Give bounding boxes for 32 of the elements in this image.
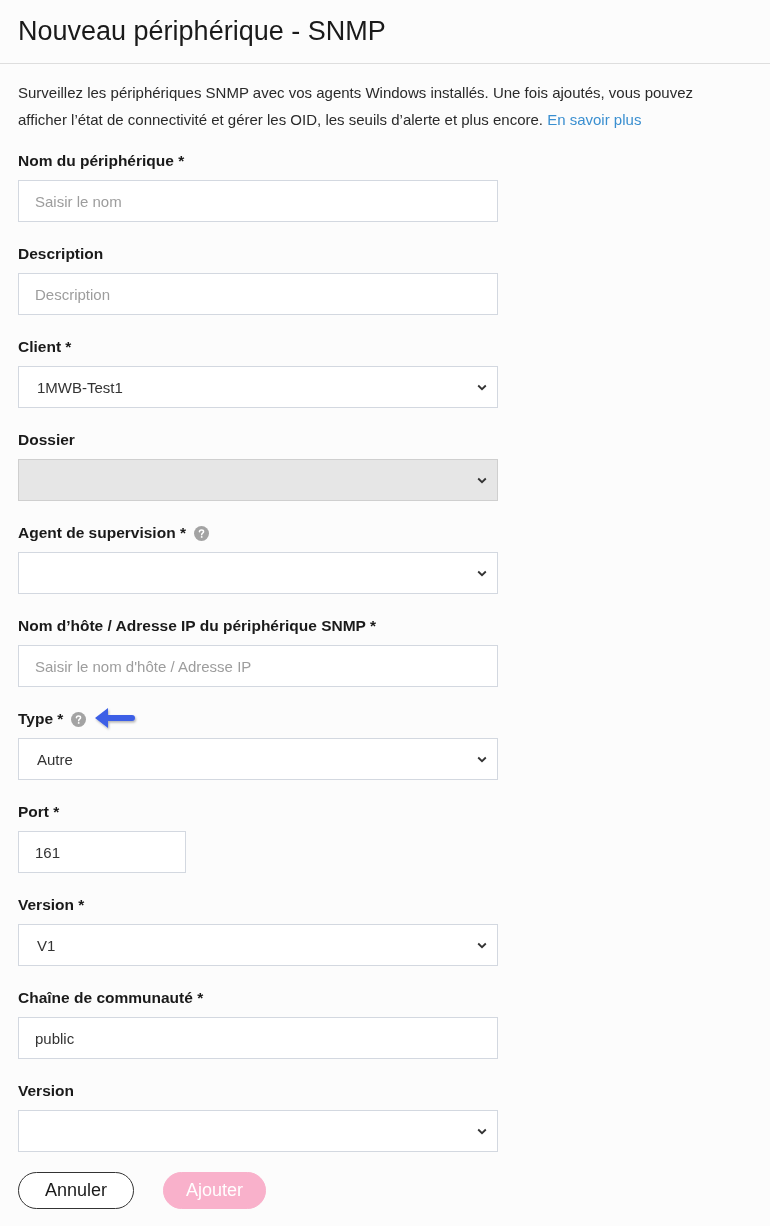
field-label: Dossier	[18, 431, 75, 449]
text-input-field[interactable]: Description	[18, 273, 498, 315]
field-label: Version	[18, 1082, 74, 1100]
text-input-field[interactable]: public	[18, 1017, 498, 1059]
text-input-field[interactable]: Saisir le nom	[18, 180, 498, 222]
field-label: Version *	[18, 896, 85, 914]
select-field[interactable]	[18, 1110, 498, 1152]
help-icon[interactable]	[71, 711, 87, 727]
field-label: Type *	[18, 710, 64, 728]
chevron-down-icon	[477, 569, 487, 577]
help-icon[interactable]	[193, 525, 209, 541]
field-label: Nom d’hôte / Adresse IP du périphérique SNMP *	[18, 617, 376, 635]
chevron-down-icon	[477, 383, 487, 391]
select-field[interactable]: Autre	[18, 738, 498, 780]
chevron-down-icon	[477, 941, 487, 949]
intro-text: Surveillez les périphériques SNMP avec vos agents Windows installés. Une fois ajoutés, vous pouvez afficher l’état de connectivité et gérer les OID, les seuils d’alerte et plus encore. En savoir plus	[18, 83, 695, 130]
field-label: Chaîne de communauté *	[18, 989, 204, 1007]
field-label: Description	[18, 245, 104, 263]
select-field[interactable]	[18, 552, 498, 594]
chevron-down-icon	[477, 1127, 487, 1135]
page-title: Nouveau périphérique - SNMP	[18, 16, 386, 47]
field-label: Agent de supervision *	[18, 524, 186, 542]
select-field[interactable]: V1	[18, 924, 498, 966]
text-input-field[interactable]: Saisir le nom d'hôte / Adresse IP	[18, 645, 498, 687]
select-field[interactable]: 1MWB-Test1	[18, 366, 498, 408]
field-label: Nom du périphérique *	[18, 152, 185, 170]
field-label: Port *	[18, 803, 60, 821]
text-input-field[interactable]: 161	[18, 831, 186, 873]
cancel-button[interactable]: Annuler	[18, 1172, 135, 1209]
chevron-down-icon	[477, 755, 487, 763]
chevron-down-icon	[477, 476, 487, 484]
field-label: Client *	[18, 338, 72, 356]
